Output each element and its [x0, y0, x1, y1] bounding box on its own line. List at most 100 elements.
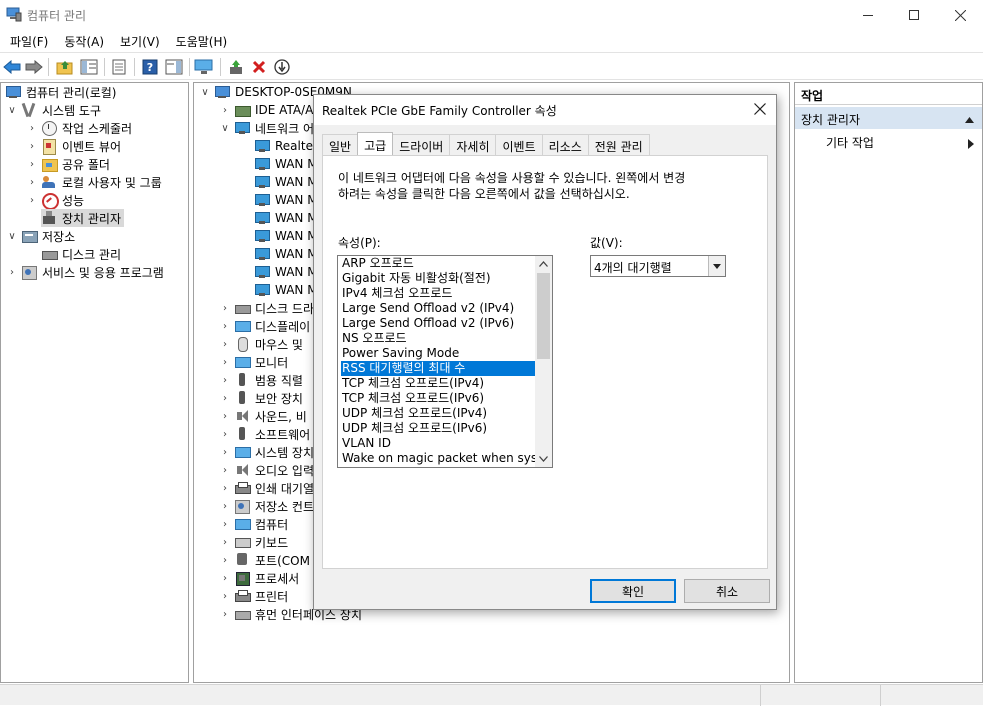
collapse-chevron-icon[interactable]: › [218, 535, 232, 549]
update-driver-icon[interactable] [226, 57, 246, 77]
uninstall-device-icon[interactable] [249, 57, 269, 77]
list-item[interactable]: UDP 체크섬 오프로드(IPv6) [341, 421, 536, 436]
dropdown-arrow-icon[interactable] [708, 256, 725, 276]
list-item[interactable]: TCP 체크섬 오프로드(IPv6) [341, 391, 536, 406]
device-item[interactable]: WAN M [254, 227, 318, 245]
back-arrow-icon[interactable] [2, 57, 22, 77]
property-listbox[interactable]: ARP 오프로드 Gigabit 자동 비활성화(절전) IPv4 체크섬 오프… [337, 255, 553, 468]
more-actions-item[interactable]: 기타 작업 [826, 134, 874, 151]
device-item[interactable]: WAN M [254, 281, 318, 299]
collapse-chevron-icon[interactable]: › [218, 589, 232, 603]
collapse-chevron-icon[interactable]: › [25, 193, 39, 207]
device-category[interactable]: › 마우스 및 [218, 335, 303, 353]
collapse-chevron-icon[interactable]: › [218, 571, 232, 585]
scan-hardware-icon[interactable] [194, 57, 214, 77]
device-category[interactable]: › 소프트웨어 [218, 425, 310, 443]
collapse-chevron-icon[interactable]: › [25, 157, 39, 171]
list-item[interactable]: NS 오프로드 [341, 331, 536, 346]
expand-chevron-icon[interactable]: ∨ [5, 229, 19, 243]
disable-device-icon[interactable] [272, 57, 292, 77]
device-category-network[interactable]: ∨ 네트워크 어 [218, 119, 314, 137]
list-item[interactable]: IPv4 체크섬 오프로드 [341, 286, 536, 301]
device-category[interactable]: › 컴퓨터 [218, 515, 288, 533]
tree-item-device-manager[interactable]: 장치 관리자 [41, 209, 125, 227]
dialog-close-button[interactable] [750, 99, 770, 119]
expand-chevron-icon[interactable]: ∨ [218, 121, 232, 135]
menu-file[interactable]: 파일(F) [2, 30, 56, 52]
collapse-chevron-icon[interactable]: › [218, 355, 232, 369]
maximize-button[interactable] [891, 0, 937, 30]
expand-chevron-icon[interactable]: ∨ [198, 85, 212, 99]
device-category[interactable]: › 디스크 드라 [218, 299, 314, 317]
listbox-scrollbar[interactable] [535, 256, 552, 467]
list-item[interactable]: ARP 오프로드 [341, 256, 536, 271]
tab-power-management[interactable]: 전원 관리 [587, 134, 650, 155]
tree-item-system-tools[interactable]: ∨ 시스템 도구 [5, 101, 101, 119]
device-category[interactable]: › 프린터 [218, 587, 288, 605]
collapse-chevron-icon[interactable]: › [218, 517, 232, 531]
ok-button[interactable]: 확인 [590, 579, 676, 603]
device-category[interactable]: › 인쇄 대기열 [218, 479, 314, 497]
tab-resources[interactable]: 리소스 [541, 134, 589, 155]
collapse-chevron-icon[interactable]: › [218, 337, 232, 351]
tree-item-task-scheduler[interactable]: › 작업 스케줄러 [25, 119, 132, 137]
device-category[interactable]: › 보안 장치 [218, 389, 303, 407]
device-category[interactable]: › 사운드, 비 [218, 407, 307, 425]
collapse-chevron-icon[interactable]: › [218, 499, 232, 513]
collapse-chevron-icon[interactable]: › [218, 445, 232, 459]
help-icon[interactable]: ? [140, 57, 160, 77]
device-item[interactable]: WAN M [254, 245, 318, 263]
menu-help[interactable]: 도움말(H) [168, 30, 236, 52]
tab-general[interactable]: 일반 [322, 134, 359, 155]
tree-item-shared-folders[interactable]: › 공유 폴더 [25, 155, 110, 173]
properties-sheet-icon[interactable] [109, 57, 129, 77]
collapse-chevron-icon[interactable]: › [218, 607, 232, 621]
minimize-button[interactable] [845, 0, 891, 30]
list-item[interactable]: UDP 체크섬 오프로드(IPv4) [341, 406, 536, 421]
menu-action[interactable]: 동작(A) [56, 30, 112, 52]
show-hide-tree-icon[interactable] [79, 57, 99, 77]
device-item[interactable]: Realtek [254, 137, 320, 155]
device-category[interactable]: › 오디오 입력 [218, 461, 314, 479]
device-category[interactable]: › 포트(COM [218, 551, 310, 569]
collapse-chevron-icon[interactable]: › [5, 265, 19, 279]
tree-item-performance[interactable]: › 성능 [25, 191, 84, 210]
tree-item-local-users[interactable]: › 로컬 사용자 및 그룹 [25, 173, 162, 191]
action-section-device-manager[interactable]: 장치 관리자 [795, 107, 982, 129]
scroll-up-icon[interactable] [535, 257, 552, 271]
collapse-chevron-icon[interactable]: › [218, 391, 232, 405]
device-item[interactable]: WAN M [254, 191, 318, 209]
device-item[interactable]: WAN M [254, 209, 318, 227]
device-item[interactable]: WAN M [254, 173, 318, 191]
collapse-chevron-icon[interactable]: › [218, 409, 232, 423]
list-item[interactable]: Large Send Offload v2 (IPv4) [341, 301, 536, 316]
collapse-chevron-icon[interactable]: › [25, 139, 39, 153]
device-category[interactable]: › 시스템 장치 [218, 443, 314, 461]
device-item[interactable]: WAN M [254, 263, 318, 281]
collapse-chevron-icon[interactable]: › [218, 301, 232, 315]
show-action-pane-icon[interactable] [164, 57, 184, 77]
tree-item-storage[interactable]: ∨ 저장소 [5, 227, 75, 245]
up-folder-icon[interactable] [55, 57, 75, 77]
collapse-chevron-icon[interactable]: › [25, 175, 39, 189]
tree-item-event-viewer[interactable]: › 이벤트 뷰어 [25, 137, 121, 155]
device-category[interactable]: › 프로세서 [218, 569, 299, 587]
tab-driver[interactable]: 드라이버 [392, 134, 451, 155]
list-item[interactable]: Large Send Offload v2 (IPv6) [341, 316, 536, 331]
device-item[interactable]: WAN M [254, 155, 318, 173]
scroll-down-icon[interactable] [535, 452, 552, 466]
list-item[interactable]: Power Saving Mode [341, 346, 536, 361]
device-category[interactable]: › 디스플레이 [218, 317, 310, 335]
expand-chevron-icon[interactable]: ∨ [5, 103, 19, 117]
close-window-button[interactable] [937, 0, 983, 30]
list-item[interactable]: Gigabit 자동 비활성화(절전) [341, 271, 536, 286]
tab-advanced[interactable]: 고급 [357, 132, 394, 155]
collapse-chevron-icon[interactable]: › [218, 553, 232, 567]
collapse-chevron-icon[interactable]: › [218, 427, 232, 441]
collapse-triangle-icon[interactable] [965, 112, 974, 126]
forward-arrow-icon[interactable] [24, 57, 44, 77]
tab-events[interactable]: 이벤트 [495, 134, 543, 155]
collapse-chevron-icon[interactable]: › [218, 463, 232, 477]
device-category[interactable]: › 키보드 [218, 533, 288, 551]
menu-view[interactable]: 보기(V) [112, 30, 168, 52]
